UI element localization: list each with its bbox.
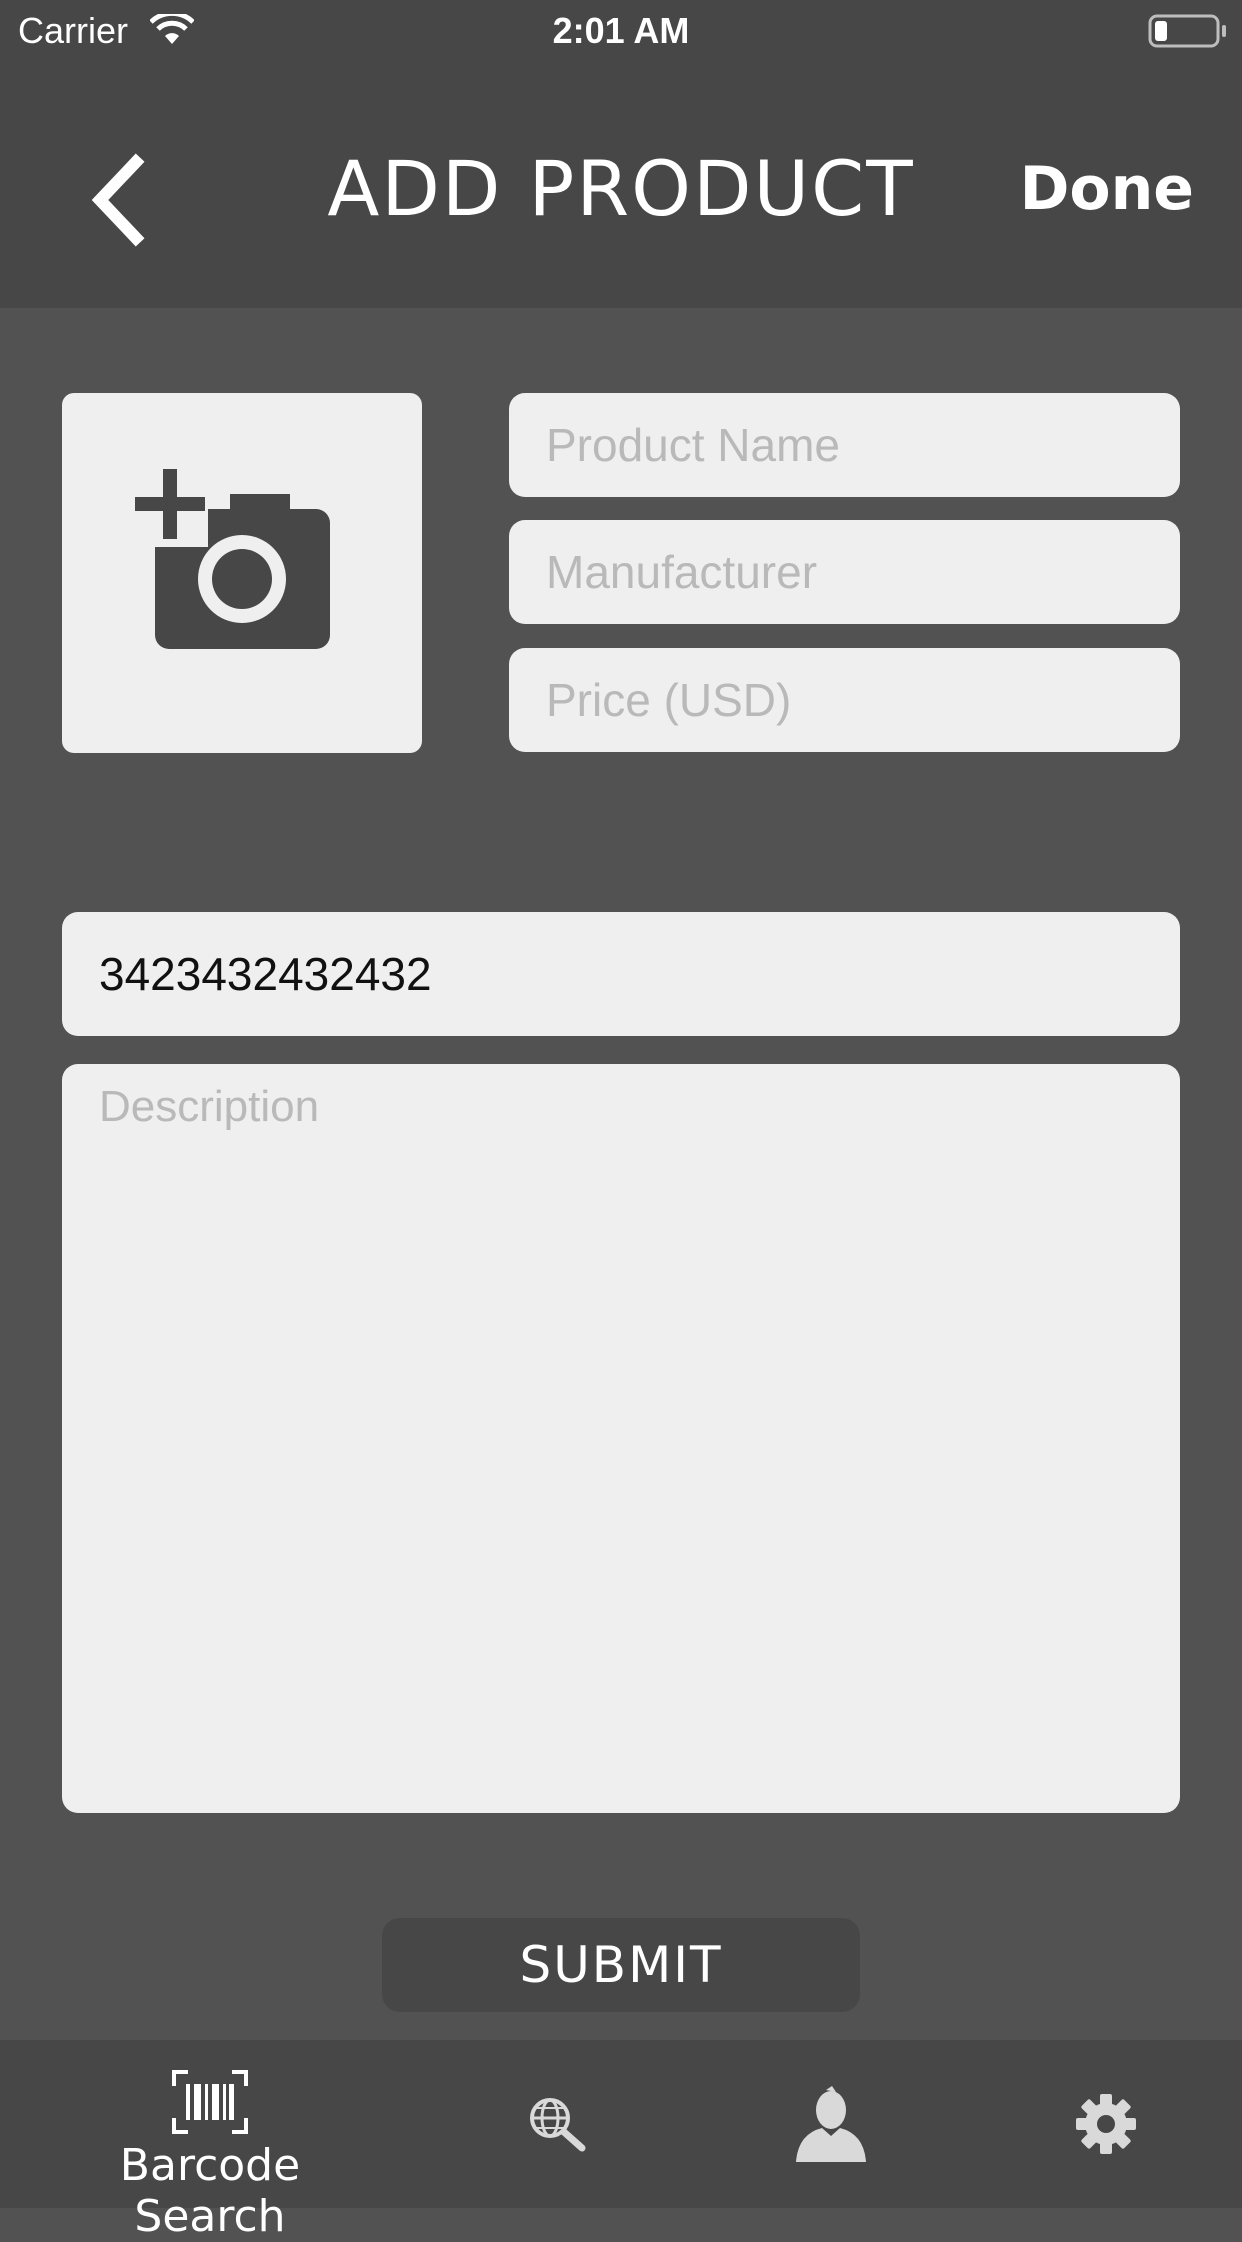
navigation-bar: ADD PRODUCT Done bbox=[0, 62, 1242, 308]
gear-icon bbox=[1076, 2094, 1136, 2154]
manufacturer-input[interactable]: Manufacturer bbox=[509, 520, 1180, 624]
done-button[interactable]: Done bbox=[1020, 154, 1194, 224]
tab-label: Barcode Search bbox=[119, 2140, 301, 2242]
description-textarea[interactable]: Description bbox=[62, 1064, 1180, 1813]
barcode-scan-icon bbox=[172, 2070, 248, 2134]
product-name-input[interactable]: Product Name bbox=[509, 393, 1180, 497]
add-photo-button[interactable] bbox=[62, 393, 422, 753]
add-photo-camera-icon bbox=[130, 469, 330, 649]
web-search-icon bbox=[530, 2098, 586, 2152]
battery-icon bbox=[1148, 14, 1228, 52]
price-input[interactable]: Price (USD) bbox=[509, 648, 1180, 752]
tab-barcode-search[interactable]: Barcode Search bbox=[40, 2040, 380, 2242]
status-time: 2:01 AM bbox=[552, 10, 690, 51]
tab-web-search[interactable] bbox=[520, 2040, 600, 2208]
tab-bar: Barcode Search bbox=[0, 2040, 1242, 2242]
submit-button[interactable]: SUBMIT bbox=[382, 1918, 860, 2012]
barcode-input[interactable]: 3423432432432 bbox=[62, 912, 1180, 1036]
tab-profile[interactable] bbox=[790, 2040, 880, 2208]
status-bar: Carrier 2:01 AM bbox=[0, 0, 1242, 62]
tab-settings[interactable] bbox=[1070, 2040, 1150, 2208]
profile-icon bbox=[796, 2086, 866, 2162]
